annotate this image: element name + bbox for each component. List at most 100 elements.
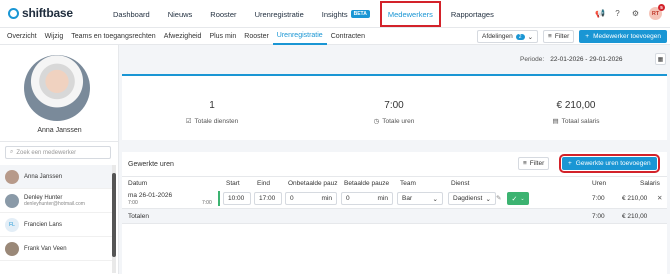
worked-hours-filter-button[interactable]: ≡ Filter bbox=[518, 157, 550, 170]
list-item[interactable]: Frank Van Veen bbox=[0, 237, 112, 261]
employee-list-name: Anna Janssen bbox=[24, 173, 63, 180]
shift-value: Dagdienst bbox=[453, 195, 483, 202]
team-value: Bar bbox=[402, 195, 413, 202]
nav-urenregistratie[interactable]: Urenregistratie bbox=[246, 0, 313, 28]
worked-hours-panel: Gewerkte uren ≡ Filter + Gewerkte uren t… bbox=[122, 152, 667, 274]
nav-dashboard-label: Dashboard bbox=[113, 9, 150, 19]
col-header-dienst: Dienst bbox=[451, 180, 470, 187]
col-header-start: Start bbox=[226, 180, 240, 187]
stat-total-hours: 7:00 ◷ Totale uren bbox=[334, 100, 454, 125]
row-date: ma 26-01-2026 bbox=[128, 192, 173, 199]
filter-icon: ≡ bbox=[548, 33, 552, 40]
nav-rapportages[interactable]: Rapportages bbox=[442, 0, 503, 28]
team-select[interactable]: Bar ⌄ bbox=[397, 192, 443, 205]
end-time-value: 17:00 bbox=[259, 195, 276, 202]
filter-label: Filter bbox=[529, 160, 545, 167]
paid-break-input[interactable]: 0 min bbox=[341, 192, 393, 205]
scrollbar-thumb[interactable] bbox=[112, 173, 116, 257]
departments-label: Afdelingen bbox=[482, 33, 513, 40]
check-square-icon: ☑ bbox=[185, 118, 192, 125]
paid-break-value: 0 bbox=[346, 195, 350, 202]
tab-urenregistratie[interactable]: Urenregistratie bbox=[272, 28, 327, 45]
totals-row: Totalen 7:00 € 210,00 bbox=[122, 209, 667, 224]
shift-select[interactable]: Dagdienst ⌄ bbox=[448, 192, 496, 205]
table-row: ma 26-01-2026 7:00 7:00 10:00 17:00 0 mi… bbox=[122, 189, 667, 209]
nav-medewerkers[interactable]: Medewerkers bbox=[379, 0, 442, 28]
approve-button[interactable]: ✓ ⌄ bbox=[507, 192, 529, 205]
edit-pencil-icon[interactable]: ✎ bbox=[496, 194, 501, 202]
stat-total-shifts: 1 ☑ Totale diensten bbox=[152, 100, 272, 125]
employee-list-name: Frank Van Veen bbox=[24, 245, 67, 252]
plus-icon: + bbox=[568, 160, 572, 167]
period-value: 22-01-2026 - 29-01-2026 bbox=[550, 56, 623, 63]
user-avatar[interactable]: RT 5 bbox=[649, 4, 665, 20]
stat-label: Totale diensten bbox=[194, 117, 239, 125]
start-time-input[interactable]: 10:00 bbox=[223, 192, 251, 205]
col-header-betaalde-pauze: Betaalde pauze bbox=[344, 180, 390, 187]
filter-button[interactable]: ≡ Filter bbox=[543, 30, 575, 43]
add-worked-hours-label: Gewerkte uren toevoegen bbox=[575, 160, 651, 167]
summary-stats: 1 ☑ Totale diensten 7:00 ◷ Totale uren € 2… bbox=[122, 74, 667, 140]
shiftbase-logo[interactable]: shiftbase bbox=[8, 6, 73, 20]
tab-plus-min[interactable]: Plus min bbox=[205, 28, 240, 45]
nav-rooster-label: Rooster bbox=[210, 9, 237, 19]
totals-hours: 7:00 bbox=[592, 213, 605, 220]
worked-hours-title: Gewerkte uren bbox=[128, 161, 174, 168]
avatar bbox=[5, 241, 19, 256]
col-header-team: Team bbox=[400, 180, 416, 187]
unpaid-break-input[interactable]: 0 min bbox=[285, 192, 337, 205]
notification-badge: 5 bbox=[658, 4, 665, 11]
list-item[interactable]: Anna Janssen bbox=[0, 165, 112, 189]
check-icon: ✓ bbox=[511, 195, 518, 203]
totals-label: Totalen bbox=[128, 213, 149, 220]
add-worked-hours-button[interactable]: + Gewerkte uren toevoegen bbox=[559, 154, 660, 173]
help-icon[interactable]: ? bbox=[613, 9, 622, 18]
list-item[interactable]: Denley Hunter denleyhunter@hotmail.com bbox=[0, 189, 112, 213]
end-time-input[interactable]: 17:00 bbox=[254, 192, 282, 205]
stat-value: 7:00 bbox=[384, 100, 404, 111]
nav-rooster[interactable]: Rooster bbox=[201, 0, 245, 28]
start-time-value: 10:00 bbox=[228, 195, 245, 202]
tab-rooster[interactable]: Rooster bbox=[240, 28, 273, 45]
nav-insights[interactable]: Insights BETA bbox=[313, 0, 379, 28]
calendar-icon[interactable]: ▦ bbox=[655, 53, 666, 65]
nav-insights-label: Insights bbox=[321, 9, 348, 19]
settings-gear-icon[interactable]: ⚙ bbox=[631, 9, 640, 18]
unpaid-break-unit: min bbox=[321, 195, 332, 202]
logo-text: shiftbase bbox=[22, 6, 73, 20]
stat-value: 1 bbox=[209, 100, 215, 111]
megaphone-icon[interactable]: 📢 bbox=[595, 9, 605, 18]
search-placeholder: Zoek een medewerker bbox=[16, 149, 77, 156]
departments-dropdown[interactable]: Afdelingen 2 ⌄ bbox=[477, 30, 539, 43]
chevron-down-icon: ⌄ bbox=[527, 33, 534, 41]
employee-sidebar: Anna Janssen ⌕ Zoek een medewerker Anna … bbox=[0, 45, 119, 274]
list-item[interactable]: FL Francien Lans bbox=[0, 213, 112, 237]
stat-value: € 210,00 bbox=[556, 100, 596, 111]
add-employee-button[interactable]: + Medewerker toevoegen bbox=[579, 30, 667, 43]
add-employee-label: Medewerker toevoegen bbox=[593, 33, 661, 40]
logo-icon bbox=[8, 7, 19, 19]
tab-contracten[interactable]: Contracten bbox=[327, 28, 369, 45]
beta-badge: BETA bbox=[350, 10, 370, 18]
stat-label: Totaal salaris bbox=[561, 117, 600, 125]
tab-wijzig[interactable]: Wijzig bbox=[41, 28, 68, 45]
tab-afwezigheid[interactable]: Afwezigheid bbox=[160, 28, 206, 45]
filter-label: Filter bbox=[554, 33, 570, 40]
nav-nieuws[interactable]: Nieuws bbox=[159, 0, 202, 28]
employee-search-input[interactable]: ⌕ Zoek een medewerker bbox=[5, 146, 111, 159]
nav-rapportages-label: Rapportages bbox=[450, 9, 494, 19]
totals-salary: € 210,00 bbox=[622, 213, 648, 220]
tab-overzicht[interactable]: Overzicht bbox=[3, 28, 41, 45]
user-initials: RT bbox=[651, 10, 660, 17]
col-header-onbetaalde-pauze: Onbetaalde pauz bbox=[288, 180, 338, 187]
scrollbar[interactable] bbox=[112, 165, 116, 273]
departments-count: 2 bbox=[515, 33, 525, 40]
period-label: Periode: bbox=[520, 56, 545, 63]
delete-icon[interactable]: ✕ bbox=[657, 194, 662, 202]
nav-dashboard[interactable]: Dashboard bbox=[104, 0, 159, 28]
chevron-down-icon: ⌄ bbox=[485, 195, 491, 203]
tab-teams[interactable]: Teams en toegangsrechten bbox=[67, 28, 159, 45]
wallet-icon: ▤ bbox=[552, 118, 559, 125]
period-selector[interactable]: Periode: 22-01-2026 - 29-01-2026 bbox=[520, 56, 623, 63]
employee-list-email: denleyhunter@hotmail.com bbox=[24, 200, 85, 207]
